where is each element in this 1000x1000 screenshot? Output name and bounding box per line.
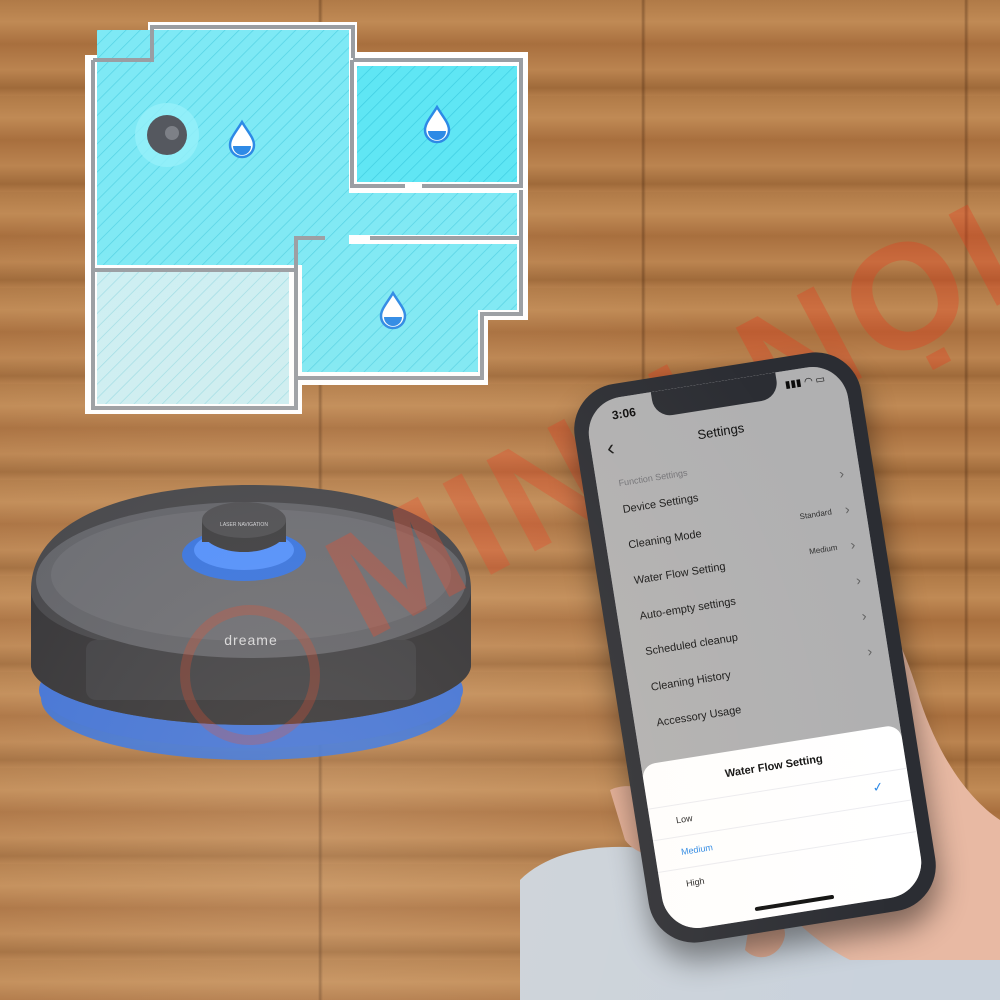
option-label: High bbox=[685, 875, 706, 889]
option-label: Low bbox=[675, 812, 694, 826]
laser-navigation-label: LASER NAVIGATION bbox=[220, 522, 268, 528]
checkmark-icon: ✓ bbox=[871, 778, 885, 796]
robot-brand-logo: dreame bbox=[224, 632, 277, 648]
home-indicator bbox=[754, 894, 835, 912]
photo-scene: LASER NAVIGATION dreame MINH NỌI 3:06 ▮▮… bbox=[0, 0, 1000, 1000]
option-label: Medium bbox=[680, 842, 714, 858]
map-room-uncleaned bbox=[97, 272, 289, 404]
map-corridor bbox=[97, 193, 517, 235]
robot-vacuum: LASER NAVIGATION dreame bbox=[31, 485, 471, 760]
